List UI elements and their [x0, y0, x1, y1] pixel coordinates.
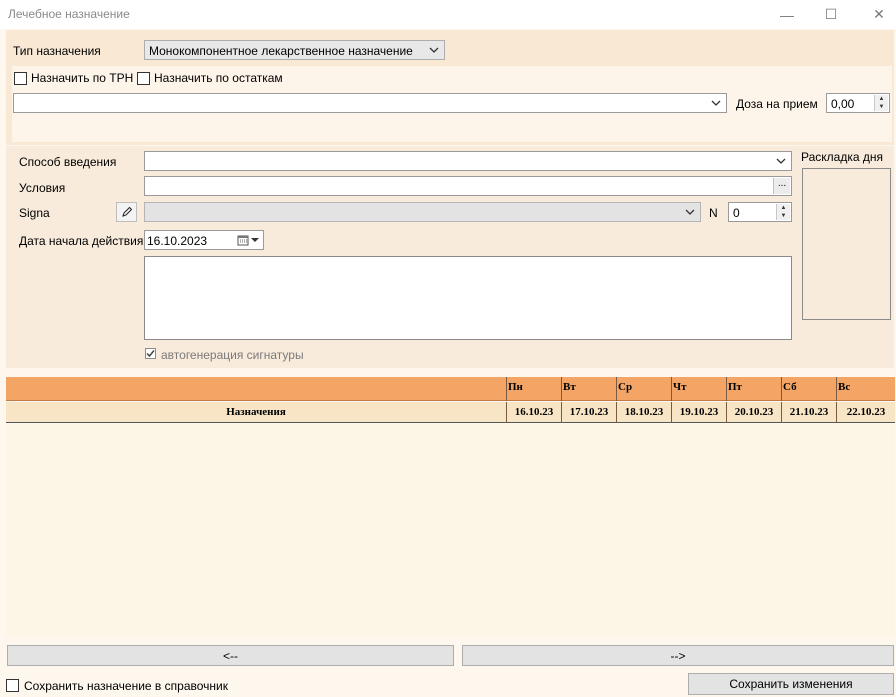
day-name-header: Вт [561, 377, 616, 401]
route-label: Способ введения [19, 155, 117, 169]
pencil-icon [121, 206, 132, 217]
day-name-header: Чт [671, 377, 726, 401]
prescriptions-row-header: Назначения [226, 406, 286, 418]
signa-edit-button[interactable] [116, 202, 137, 222]
day-date-cell: 17.10.23 [561, 402, 616, 423]
day-name-header: Ср [616, 377, 671, 401]
close-button[interactable]: ✕ [862, 0, 896, 29]
type-select[interactable]: Монокомпонентное лекарственное назначени… [144, 40, 445, 60]
day-date-cell: 22.10.23 [836, 402, 895, 423]
dose-spinner[interactable]: 0,00 ▲ ▼ [826, 93, 890, 113]
start-date-label: Дата начала действия [19, 234, 144, 248]
day-layout-label: Раскладка дня [801, 150, 883, 164]
spin-up-icon[interactable]: ▲ [875, 95, 888, 103]
route-select[interactable] [144, 151, 792, 171]
day-date-cell: 19.10.23 [671, 402, 726, 423]
day-layout-box [802, 168, 891, 320]
start-date-value: 16.10.2023 [147, 234, 208, 248]
assign-trn-checkbox[interactable] [14, 72, 27, 85]
n-spinner[interactable]: 0 ▲ ▼ [728, 202, 792, 222]
conditions-label: Условия [19, 181, 66, 195]
autogen-checkbox[interactable] [145, 348, 156, 359]
type-select-value: Монокомпонентное лекарственное назначени… [149, 44, 413, 58]
assign-trn-label: Назначить по ТРН [31, 71, 134, 85]
signature-text-area[interactable] [144, 256, 792, 340]
signa-select[interactable] [144, 202, 701, 222]
type-label: Тип назначения [13, 44, 101, 58]
calendar-dropdown-button[interactable] [237, 234, 259, 246]
day-name-header: Вс [836, 377, 895, 401]
day-date-cell: 20.10.23 [726, 402, 781, 423]
day-name-header: Сб [781, 377, 836, 401]
day-date-cell: 21.10.23 [781, 402, 836, 423]
spin-up-icon[interactable]: ▲ [777, 204, 790, 212]
chevron-down-icon [776, 158, 786, 164]
minimize-icon: — [780, 6, 794, 23]
conditions-field[interactable]: ... [144, 176, 792, 196]
n-label: N [709, 206, 718, 220]
dose-value: 0,00 [831, 97, 855, 111]
dose-label: Доза на прием [736, 97, 818, 111]
schedule-grid-body[interactable] [6, 424, 895, 637]
day-name-header: Пн [506, 377, 561, 401]
save-changes-button[interactable]: Сохранить изменения [688, 673, 894, 695]
save-to-reference-label: Сохранить назначение в справочник [24, 679, 228, 693]
dose-spin-arrows[interactable]: ▲ ▼ [874, 95, 888, 111]
schedule-grid-header: Пн Вт Ср Чт Пт Сб Вс [6, 377, 895, 401]
conditions-browse-button[interactable]: ... [773, 178, 790, 194]
day-date-cell: 18.10.23 [616, 402, 671, 423]
calendar-icon [237, 235, 249, 246]
assign-stock-label: Назначить по остаткам [154, 71, 283, 85]
prev-week-button[interactable]: <-- [7, 645, 454, 666]
window-title: Лечебное назначение [8, 7, 130, 21]
spin-down-icon[interactable]: ▼ [777, 212, 790, 220]
minimize-button[interactable]: — [770, 0, 804, 29]
save-to-reference-checkbox[interactable] [6, 679, 19, 692]
day-name-header: Пт [726, 377, 781, 401]
schedule-grid-dates-row: Назначения 16.10.23 17.10.23 18.10.23 19.10… [6, 402, 895, 423]
assign-stock-checkbox[interactable] [137, 72, 150, 85]
chevron-down-icon [685, 209, 695, 215]
checkmark-icon [146, 350, 155, 358]
signa-label: Signa [19, 206, 50, 220]
n-spin-arrows[interactable]: ▲ ▼ [776, 204, 790, 220]
chevron-down-icon [429, 47, 439, 53]
chevron-down-icon [251, 238, 259, 242]
close-icon: ✕ [873, 6, 885, 22]
title-bar: Лечебное назначение — ☐ ✕ [0, 0, 896, 29]
maximize-icon: ☐ [824, 6, 838, 22]
drug-select[interactable] [13, 93, 727, 113]
next-week-button[interactable]: --> [462, 645, 894, 666]
maximize-button[interactable]: ☐ [814, 0, 848, 29]
chevron-down-icon [711, 100, 721, 106]
autogen-label: автогенерация сигнатуры [161, 348, 304, 362]
day-date-cell: 16.10.23 [506, 402, 561, 423]
n-value: 0 [733, 206, 740, 220]
start-date-picker[interactable]: 16.10.2023 [144, 230, 264, 250]
spin-down-icon[interactable]: ▼ [875, 103, 888, 111]
